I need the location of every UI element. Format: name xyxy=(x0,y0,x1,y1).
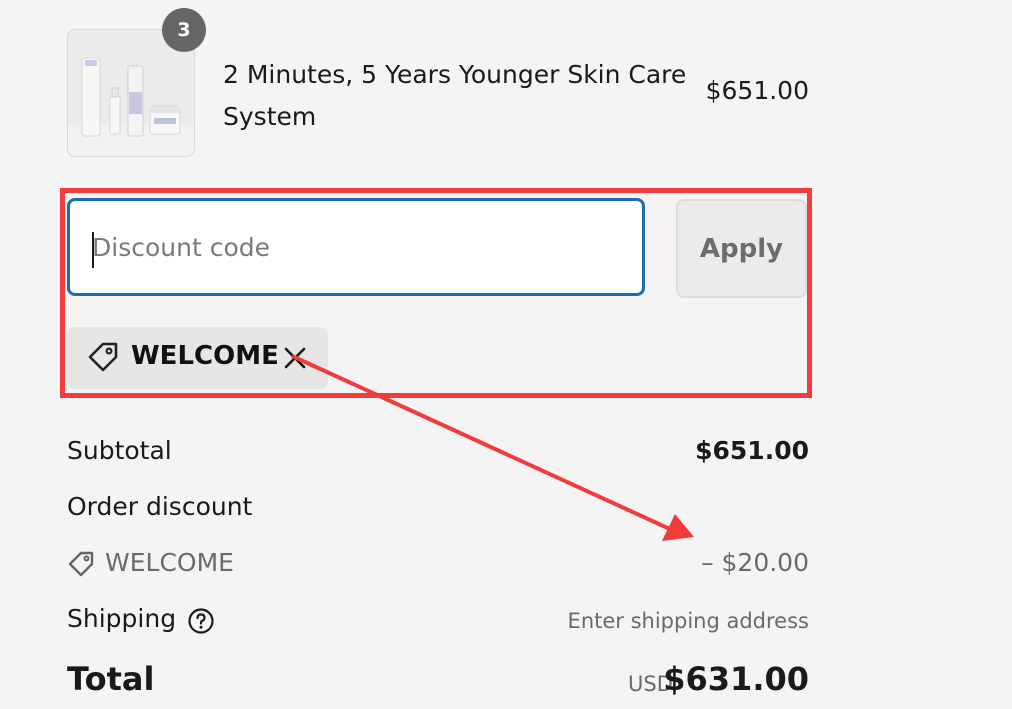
total-label: Total xyxy=(67,660,155,698)
product-price: $651.00 xyxy=(705,76,809,105)
subtotal-value: $651.00 xyxy=(695,436,809,465)
shipping-label: Shipping xyxy=(67,604,177,633)
subtotal-label: Subtotal xyxy=(67,436,172,465)
product-name: 2 Minutes, 5 Years Younger Skin Care Sys… xyxy=(223,60,687,131)
total-value: $631.00 xyxy=(663,660,809,698)
help-icon[interactable] xyxy=(187,607,215,639)
shipping-value: Enter shipping address xyxy=(567,609,809,633)
discount-code-label: WELCOME xyxy=(105,548,234,577)
annotation-highlight-box xyxy=(60,188,812,398)
tag-icon xyxy=(67,550,95,582)
discount-amount: – $20.00 xyxy=(701,548,809,577)
quantity-badge: 3 xyxy=(162,8,206,52)
order-discount-label: Order discount xyxy=(67,492,253,521)
